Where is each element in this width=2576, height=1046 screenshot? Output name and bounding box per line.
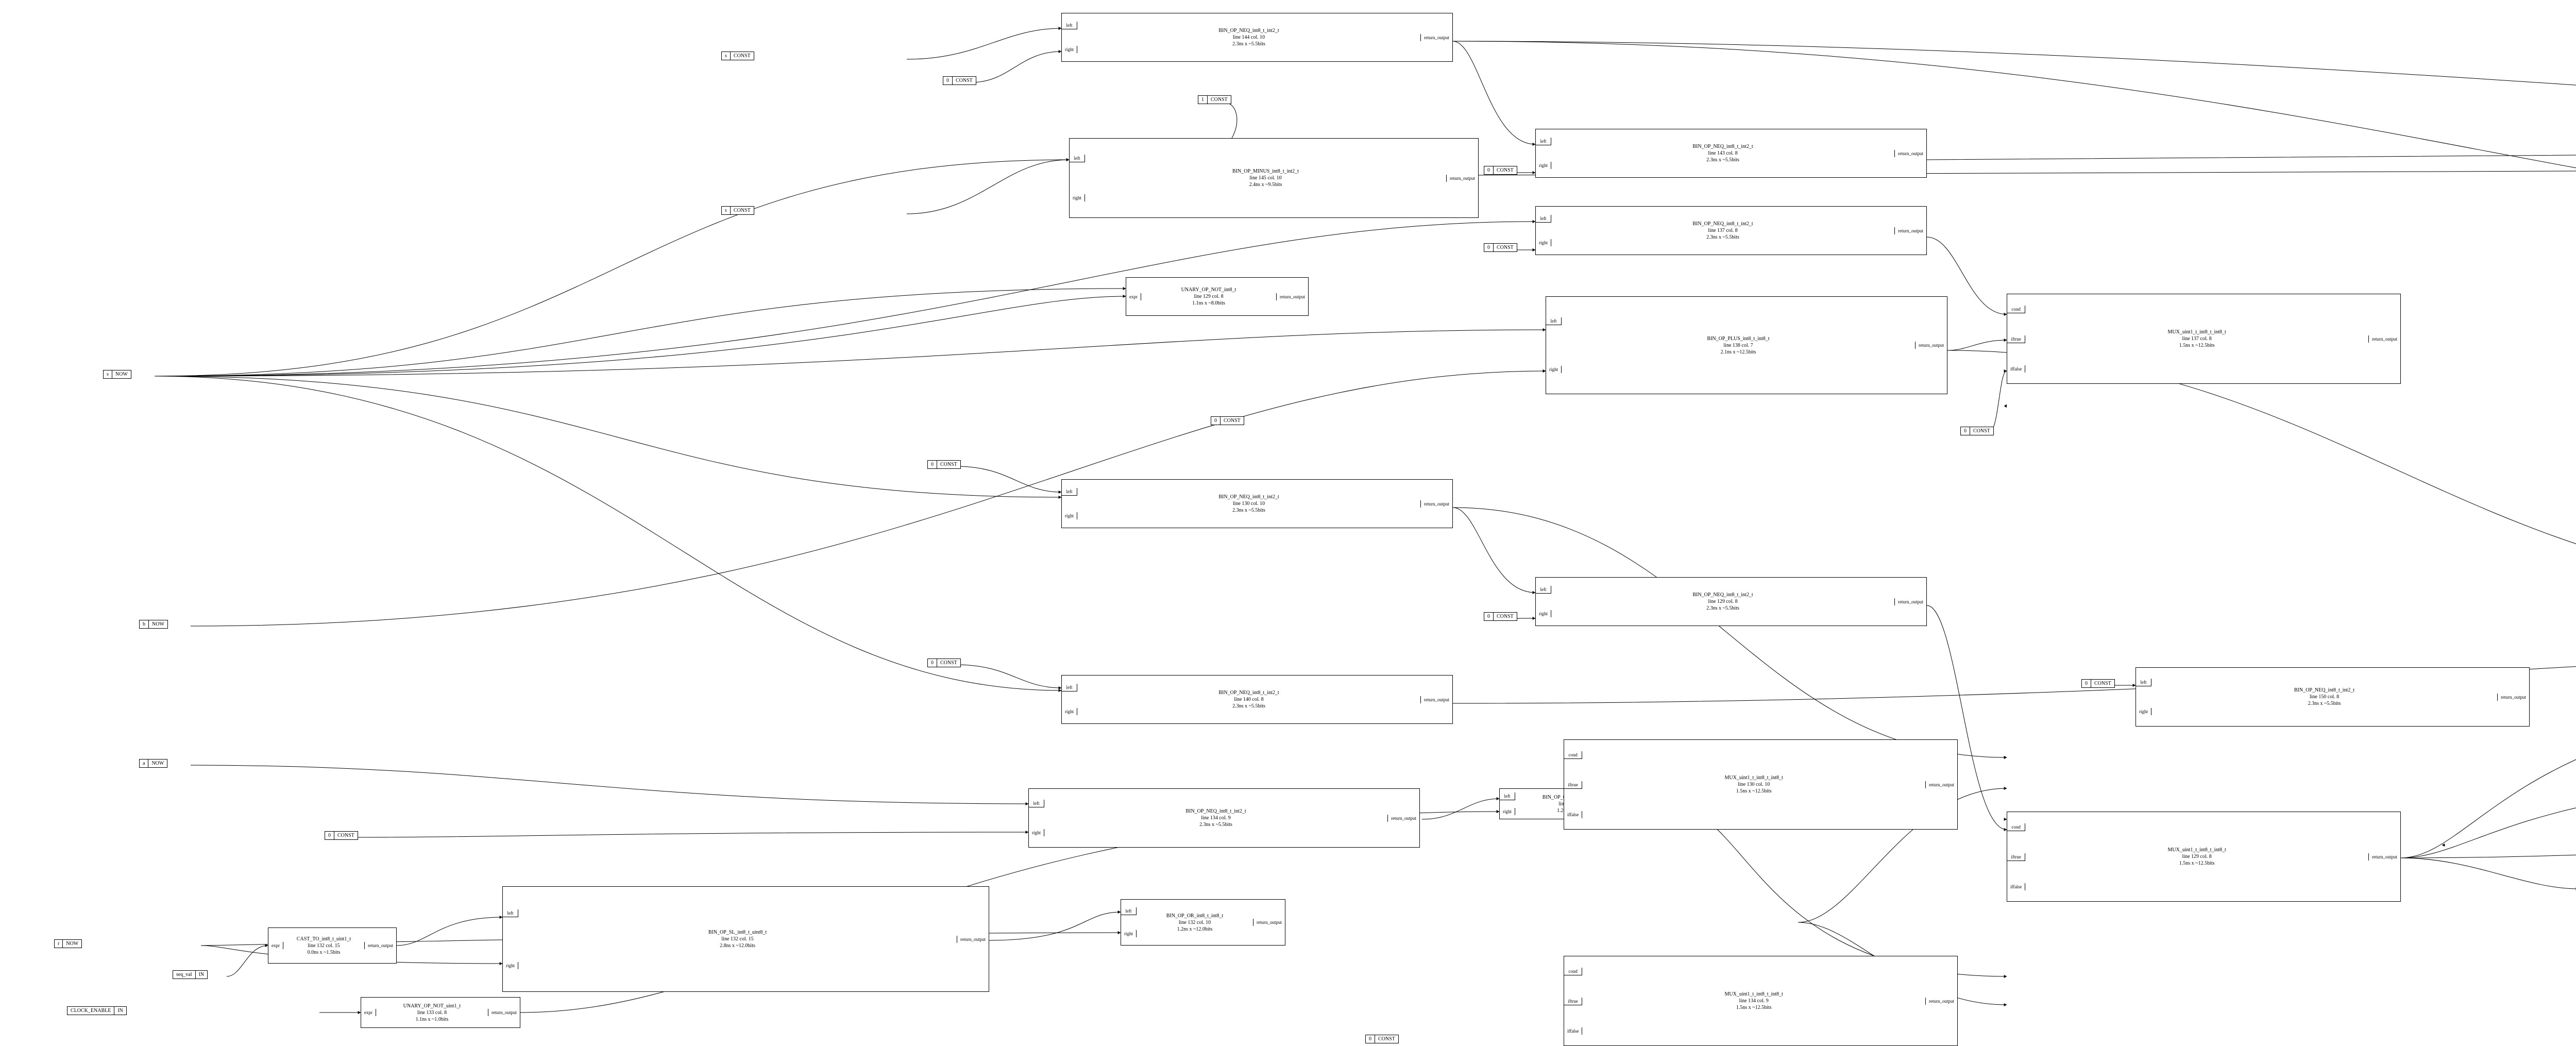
node-mux137: condiftrueiffalse MUX_uint1_t_int8_t_int… (2007, 294, 2401, 384)
node-sl132: leftright BIN_OP_SL_int8_t_uint8_tline 1… (502, 886, 989, 992)
node-mux130: condiftrueiffalse MUX_uint1_t_int8_t_int… (1564, 739, 1958, 830)
const-0f: 0CONST (1484, 612, 1517, 621)
const-0h: 0CONST (325, 831, 358, 840)
const-0c: 0CONST (1484, 243, 1517, 252)
node-neq144: leftright BIN_OP_NEQ_int8_t_int2_tline 1… (1061, 13, 1453, 62)
const-0b: 0CONST (1484, 166, 1517, 175)
const-0a: 0CONST (943, 76, 976, 85)
io-clock-enable-in: CLOCK_ENABLEIN (67, 1006, 127, 1015)
node-neq140a: leftright BIN_OP_NEQ_int8_t_int2_tline 1… (1061, 675, 1453, 724)
const-0l: 0CONST (2081, 679, 2115, 688)
io-s-now: sNOW (103, 370, 131, 379)
node-mux134: condiftrueiffalse MUX_uint1_t_int8_t_int… (1564, 956, 1958, 1046)
io-r-now: rNOW (54, 939, 82, 948)
const-1: 1CONST (1198, 95, 1231, 104)
node-unarynot129: expr UNARY_OP_NOT_int8_tline 129 col. 81… (1126, 277, 1309, 316)
const-0g: 0CONST (927, 659, 961, 667)
node-or132: leftright BIN_OP_OR_int8_t_int8_tline 13… (1121, 899, 1285, 946)
io-s-const-b: sCONST (721, 206, 754, 215)
node-neq134: leftright BIN_OP_NEQ_int8_t_int2_tline 1… (1028, 788, 1420, 848)
io-b-now: bNOW (139, 620, 168, 629)
io-a-now: aNOW (139, 759, 167, 768)
const-0j: 0CONST (1365, 1035, 1399, 1043)
io-s-const-a: sCONST (721, 52, 754, 60)
const-0e: 0CONST (927, 460, 961, 469)
io-seq-val-in: seq_valIN (173, 970, 208, 979)
node-neq130: leftright BIN_OP_NEQ_int8_t_int2_tline 1… (1061, 479, 1453, 528)
node-minus145: leftright BIN_OP_MINUS_int8_t_int2_tline… (1069, 138, 1479, 218)
node-cast132: expr CAST_TO_int8_t_uint1_tline 132 col.… (268, 927, 397, 964)
graph-canvas: sCONST sCONST sNOW bNOW aNOW rNOW seq_va… (0, 0, 2576, 1041)
node-unarynot133: expr UNARY_OP_NOT_uint1_tline 133 col. 8… (361, 997, 520, 1028)
node-neq143: leftright BIN_OP_NEQ_int8_t_int2_tline 1… (1535, 129, 1927, 178)
node-mux129: condiftrueiffalse MUX_uint1_t_int8_t_int… (2007, 812, 2401, 902)
node-plus138: leftright BIN_OP_PLUS_int8_t_int8_tline … (1546, 296, 1947, 394)
node-neq129: leftright BIN_OP_NEQ_int8_t_int2_tline 1… (1535, 577, 1927, 626)
node-neq137: leftright BIN_OP_NEQ_int8_t_int2_tline 1… (1535, 206, 1927, 255)
node-neq150a: leftright BIN_OP_NEQ_int8_t_int2_tline 1… (2136, 667, 2530, 727)
const-0i: 0CONST (1960, 427, 1994, 435)
const-0d: 0CONST (1211, 416, 1244, 425)
